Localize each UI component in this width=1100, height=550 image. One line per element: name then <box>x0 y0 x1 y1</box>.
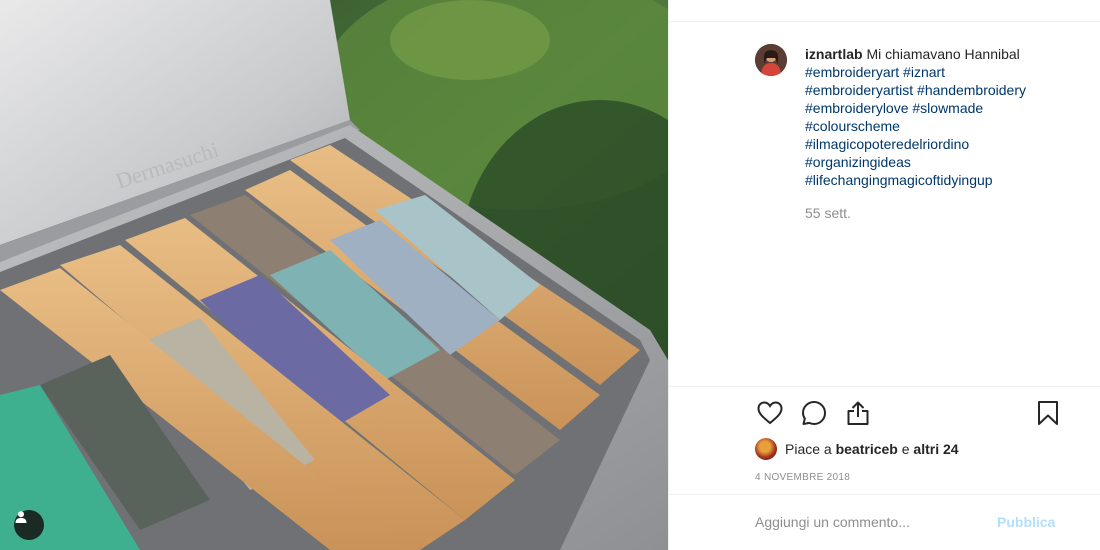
post-photo[interactable]: Dermasuchi <box>0 0 668 550</box>
post-caption: iznartlab Mi chiamavano Hannibal #embroi… <box>805 45 1085 189</box>
save-button[interactable] <box>1033 398 1063 428</box>
hashtag-link[interactable]: #handembroidery <box>917 82 1026 98</box>
caption-timestamp[interactable]: 55 sett. <box>805 205 851 221</box>
likes-conjunction: e <box>901 441 910 457</box>
caption-text: Mi chiamavano Hannibal <box>866 46 1020 62</box>
hashtag-link[interactable]: #lifechangingmagicoftidyingup <box>805 172 993 188</box>
publish-button[interactable]: Pubblica <box>997 514 1055 530</box>
action-bar <box>755 398 1065 430</box>
user-icon <box>15 511 27 523</box>
bookmark-icon <box>1038 401 1058 425</box>
hashtag-link[interactable]: #slowmade <box>912 100 983 116</box>
share-button[interactable] <box>843 398 873 428</box>
comment-icon <box>802 401 826 425</box>
hashtag-list: #embroideryart #iznart #embroideryartist … <box>805 63 1085 189</box>
hashtag-link[interactable]: #iznart <box>903 64 945 80</box>
liker-avatar[interactable] <box>755 438 777 460</box>
share-icon <box>847 401 869 425</box>
header-divider <box>669 21 1100 22</box>
likes-others-link[interactable]: altri 24 <box>913 441 958 457</box>
avatar-image <box>755 44 787 76</box>
caption-username[interactable]: iznartlab <box>805 46 863 62</box>
likes-summary: Piace a beatriceb e altri 24 <box>755 437 959 461</box>
tag-user-button[interactable] <box>14 510 44 540</box>
hashtag-link[interactable]: #ilmagicopoteredelriordino <box>805 136 969 152</box>
comment-input[interactable] <box>755 508 985 536</box>
like-button[interactable] <box>755 398 785 428</box>
likes-prefix: Piace a <box>785 441 832 457</box>
liker-username[interactable]: beatriceb <box>836 441 898 457</box>
post-date[interactable]: 4 NOVEMBRE 2018 <box>755 472 850 483</box>
actions-divider <box>669 386 1100 387</box>
embroidery-thread-tin-image: Dermasuchi <box>0 0 668 550</box>
hashtag-link[interactable]: #embroideryartist <box>805 82 913 98</box>
heart-icon <box>757 401 783 425</box>
hashtag-link[interactable]: #colourscheme <box>805 118 900 134</box>
hashtag-link[interactable]: #embroideryart <box>805 64 899 80</box>
comment-divider <box>669 494 1100 495</box>
post-side-panel: iznartlab Mi chiamavano Hannibal #embroi… <box>668 0 1100 550</box>
comment-button[interactable] <box>799 398 829 428</box>
hashtag-link[interactable]: #organizingideas <box>805 154 911 170</box>
avatar[interactable] <box>755 44 787 76</box>
hashtag-link[interactable]: #embroiderylove <box>805 100 909 116</box>
